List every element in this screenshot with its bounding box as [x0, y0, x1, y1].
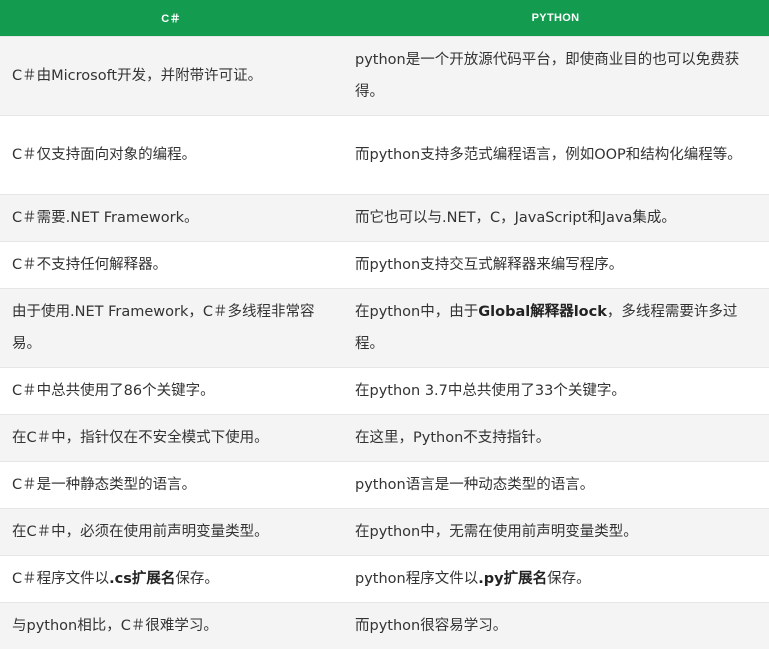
- cell-text: 而python支持多范式编程语言，例如OOP和结构化编程等。: [355, 147, 742, 163]
- cell-text: C＃不支持任何解释器。: [12, 257, 167, 273]
- header-row: C＃ PYTHON: [0, 0, 769, 37]
- csharp-cell: 由于使用.NET Framework，C＃多线程非常容易。: [0, 289, 342, 368]
- python-cell: python程序文件以.py扩展名保存。: [342, 556, 769, 603]
- table-row: 与python相比，C＃很难学习。 而python很容易学习。: [0, 603, 769, 649]
- cell-text: 在python 3.7中总共使用了33个关键字。: [355, 383, 626, 399]
- cell-text: 保存。: [547, 571, 591, 587]
- cell-text: 而python支持交互式解释器来编写程序。: [355, 257, 623, 273]
- table-row: 在C＃中，指针仅在不安全模式下使用。 在这里，Python不支持指针。: [0, 415, 769, 462]
- cell-text: python程序文件以: [355, 571, 478, 587]
- header-python: PYTHON: [342, 0, 769, 37]
- cell-text: C＃是一种静态类型的语言。: [12, 477, 196, 493]
- header-csharp: C＃: [0, 0, 342, 37]
- cell-text: C＃需要.NET Framework。: [12, 210, 198, 226]
- table-row: 在C＃中，必须在使用前声明变量类型。 在python中，无需在使用前声明变量类型…: [0, 509, 769, 556]
- csharp-cell: 与python相比，C＃很难学习。: [0, 603, 342, 649]
- python-cell: 在这里，Python不支持指针。: [342, 415, 769, 462]
- csharp-cell: C＃由Microsoft开发，并附带许可证。: [0, 37, 342, 116]
- cell-bold-text: Global解释器lock: [478, 304, 607, 320]
- cell-text: C＃由Microsoft开发，并附带许可证。: [12, 68, 262, 84]
- cell-text: 在python中，由于: [355, 304, 478, 320]
- cell-bold-text: .py扩展名: [478, 571, 547, 587]
- cell-text: 在C＃中，指针仅在不安全模式下使用。: [12, 430, 269, 446]
- table-row: C＃是一种静态类型的语言。 python语言是一种动态类型的语言。: [0, 462, 769, 509]
- csharp-cell: C＃是一种静态类型的语言。: [0, 462, 342, 509]
- csharp-cell: 在C＃中，指针仅在不安全模式下使用。: [0, 415, 342, 462]
- python-cell: python是一个开放源代码平台，即使商业目的也可以免费获得。: [342, 37, 769, 116]
- comparison-table: C＃ PYTHON C＃由Microsoft开发，并附带许可证。 python是…: [0, 0, 769, 649]
- cell-bold-text: .cs扩展名: [109, 571, 175, 587]
- cell-text: C＃仅支持面向对象的编程。: [12, 147, 196, 163]
- cell-text: 与python相比，C＃很难学习。: [12, 618, 218, 634]
- table-row: C＃中总共使用了86个关键字。 在python 3.7中总共使用了33个关键字。: [0, 368, 769, 415]
- cell-text: C＃中总共使用了86个关键字。: [12, 383, 215, 399]
- cell-text: 由于使用.NET Framework，C＃多线程非常容易。: [12, 304, 314, 352]
- cell-text: 而python很容易学习。: [355, 618, 507, 634]
- table-row: C＃仅支持面向对象的编程。 而python支持多范式编程语言，例如OOP和结构化…: [0, 116, 769, 195]
- python-cell: 而python支持多范式编程语言，例如OOP和结构化编程等。: [342, 116, 769, 195]
- table-row: C＃不支持任何解释器。 而python支持交互式解释器来编写程序。: [0, 242, 769, 289]
- cell-text: 在python中，无需在使用前声明变量类型。: [355, 524, 638, 540]
- python-cell: 而python支持交互式解释器来编写程序。: [342, 242, 769, 289]
- python-cell: 在python中，无需在使用前声明变量类型。: [342, 509, 769, 556]
- python-cell: 在python中，由于Global解释器lock，多线程需要许多过程。: [342, 289, 769, 368]
- python-cell: 在python 3.7中总共使用了33个关键字。: [342, 368, 769, 415]
- csharp-cell: C＃程序文件以.cs扩展名保存。: [0, 556, 342, 603]
- table-row: C＃由Microsoft开发，并附带许可证。 python是一个开放源代码平台，…: [0, 37, 769, 116]
- cell-text: 在这里，Python不支持指针。: [355, 430, 550, 446]
- csharp-cell: C＃中总共使用了86个关键字。: [0, 368, 342, 415]
- table-row: 由于使用.NET Framework，C＃多线程非常容易。 在python中，由…: [0, 289, 769, 368]
- cell-text: 而它也可以与.NET，C，JavaScript和Java集成。: [355, 210, 676, 226]
- csharp-cell: C＃不支持任何解释器。: [0, 242, 342, 289]
- table-row: C＃程序文件以.cs扩展名保存。 python程序文件以.py扩展名保存。: [0, 556, 769, 603]
- cell-text: C＃程序文件以: [12, 571, 109, 587]
- python-cell: 而python很容易学习。: [342, 603, 769, 649]
- table-row: C＃需要.NET Framework。 而它也可以与.NET，C，JavaScr…: [0, 195, 769, 242]
- cell-text: 保存。: [175, 571, 219, 587]
- cell-text: python语言是一种动态类型的语言。: [355, 477, 594, 493]
- cell-text: 在C＃中，必须在使用前声明变量类型。: [12, 524, 269, 540]
- python-cell: python语言是一种动态类型的语言。: [342, 462, 769, 509]
- cell-text: python是一个开放源代码平台，即使商业目的也可以免费获得。: [355, 52, 739, 100]
- csharp-cell: C＃需要.NET Framework。: [0, 195, 342, 242]
- csharp-cell: C＃仅支持面向对象的编程。: [0, 116, 342, 195]
- python-cell: 而它也可以与.NET，C，JavaScript和Java集成。: [342, 195, 769, 242]
- csharp-cell: 在C＃中，必须在使用前声明变量类型。: [0, 509, 342, 556]
